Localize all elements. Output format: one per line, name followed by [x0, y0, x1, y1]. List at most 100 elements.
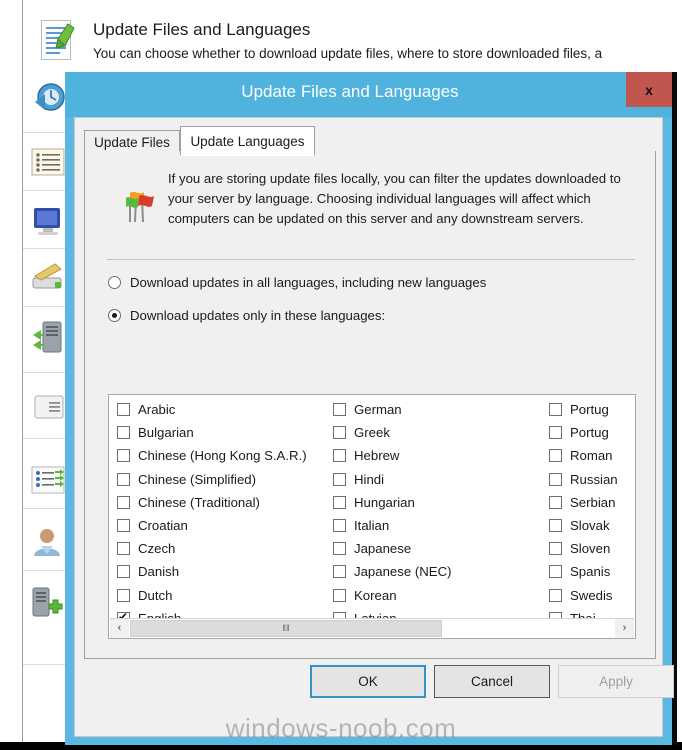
checkbox[interactable]	[549, 542, 562, 556]
language-item[interactable]: Arabic	[117, 398, 325, 421]
dialog-button-row: OK Cancel Apply	[75, 665, 674, 705]
checkbox[interactable]	[549, 403, 562, 417]
language-item[interactable]: Hungarian	[333, 491, 541, 514]
language-item[interactable]: Czech	[117, 537, 325, 560]
checkbox[interactable]	[333, 565, 346, 579]
checkbox[interactable]	[117, 542, 130, 556]
sidebar-item-computer-icon[interactable]	[29, 202, 67, 240]
sidebar-item-reports-icon[interactable]	[29, 392, 67, 430]
green-down-arrow-icon	[55, 23, 75, 49]
language-label: Chinese (Simplified)	[138, 471, 256, 487]
checkbox[interactable]	[333, 588, 346, 602]
radio-all-languages-indicator	[108, 276, 121, 289]
language-item[interactable]: Chinese (Simplified)	[117, 468, 325, 491]
dialog-body: Update Files Update Languages If you are…	[74, 117, 674, 737]
sidebar-item-user-icon[interactable]	[29, 524, 67, 562]
checkbox[interactable]	[333, 495, 346, 509]
radio-only-these-languages[interactable]: Download updates only in these languages…	[108, 308, 385, 323]
checkbox[interactable]	[549, 565, 562, 579]
language-item[interactable]: Sloven	[549, 537, 635, 560]
language-item[interactable]: Korean	[333, 584, 541, 607]
background-page-header: Update Files and Languages You can choos…	[30, 8, 680, 68]
checkbox[interactable]	[333, 403, 346, 417]
language-label: Sloven	[570, 541, 611, 557]
language-item[interactable]: Greek	[333, 421, 541, 444]
checkbox[interactable]	[333, 542, 346, 556]
language-item[interactable]: Spanis	[549, 560, 635, 583]
sidebar-item-list-icon[interactable]	[29, 144, 67, 182]
language-item[interactable]: Portug	[549, 421, 635, 444]
radio-only-these-languages-label: Download updates only in these languages…	[130, 308, 386, 323]
sidebar-item-add-server-icon[interactable]	[29, 584, 67, 622]
language-label: German	[354, 402, 402, 418]
document-download-icon	[37, 18, 81, 64]
checkbox[interactable]	[117, 403, 130, 417]
close-icon[interactable]: x	[626, 72, 672, 107]
tab-update-languages[interactable]: Update Languages	[180, 126, 315, 156]
language-item[interactable]: Chinese (Traditional)	[117, 491, 325, 514]
language-item[interactable]: Chinese (Hong Kong S.A.R.)	[117, 444, 325, 467]
checkbox[interactable]	[117, 472, 130, 486]
scroll-right-icon[interactable]: ›	[615, 618, 634, 638]
language-item[interactable]: Russian	[549, 468, 635, 491]
sidebar-item-downstream-servers-icon[interactable]	[29, 318, 67, 356]
language-label: Roman	[570, 448, 613, 464]
sidebar-item-sync-icon[interactable]	[29, 80, 67, 118]
intro-text: If you are storing update files locally,…	[168, 171, 621, 226]
language-item[interactable]: Dutch	[117, 584, 325, 607]
language-item[interactable]: Slovak	[549, 514, 635, 537]
sidebar-item-options-icon[interactable]	[29, 462, 67, 500]
language-item[interactable]: Japanese	[333, 537, 541, 560]
language-list-horizontal-scrollbar[interactable]: ‹ ‖‖ ›	[110, 618, 634, 638]
language-item[interactable]: Croatian	[117, 514, 325, 537]
language-label: Slovak	[570, 518, 610, 534]
language-label: Japanese (NEC)	[354, 564, 452, 580]
cancel-button[interactable]: Cancel	[434, 665, 550, 698]
language-listbox[interactable]: Arabic Bulgarian Chinese (Hong Kong S.A.…	[108, 394, 636, 639]
checkbox[interactable]	[549, 588, 562, 602]
language-item[interactable]: Italian	[333, 514, 541, 537]
checkbox[interactable]	[117, 449, 130, 463]
scroll-left-icon[interactable]: ‹	[110, 618, 129, 638]
language-label: Portug	[570, 425, 609, 441]
checkbox[interactable]	[549, 495, 562, 509]
scrollbar-track[interactable]: ‖‖	[129, 618, 615, 638]
apply-button: Apply	[558, 665, 674, 698]
checkbox[interactable]	[549, 472, 562, 486]
language-label: Hebrew	[354, 448, 400, 464]
checkbox[interactable]	[549, 519, 562, 533]
checkbox[interactable]	[117, 588, 130, 602]
checkbox[interactable]	[333, 426, 346, 440]
checkbox[interactable]	[333, 472, 346, 486]
language-item[interactable]: Serbian	[549, 491, 635, 514]
language-column-2: German Greek Hebrew Hindi Hungarian Ital…	[325, 398, 541, 638]
language-item[interactable]: Hebrew	[333, 444, 541, 467]
intro-block: If you are storing update files locally,…	[93, 163, 645, 261]
language-item[interactable]: Bulgarian	[117, 421, 325, 444]
sidebar-icon-column	[23, 72, 68, 742]
language-item[interactable]: Hindi	[333, 468, 541, 491]
checkbox[interactable]	[117, 495, 130, 509]
checkbox[interactable]	[549, 426, 562, 440]
tab-strip: Update Files Update Languages	[84, 126, 656, 156]
language-item[interactable]: German	[333, 398, 541, 421]
checkbox[interactable]	[117, 426, 130, 440]
language-item[interactable]: Roman	[549, 444, 635, 467]
checkbox[interactable]	[117, 565, 130, 579]
checkbox[interactable]	[333, 519, 346, 533]
checkbox[interactable]	[117, 519, 130, 533]
radio-only-these-languages-indicator	[108, 309, 121, 322]
language-item[interactable]: Danish	[117, 560, 325, 583]
language-item[interactable]: Swedis	[549, 584, 635, 607]
checkbox[interactable]	[333, 449, 346, 463]
language-label: Greek	[354, 425, 390, 441]
ok-button[interactable]: OK	[310, 665, 426, 698]
checkbox[interactable]	[549, 449, 562, 463]
scrollbar-thumb[interactable]: ‖‖	[130, 619, 442, 637]
sidebar-item-updates-icon[interactable]	[29, 260, 67, 298]
language-label: Czech	[138, 541, 176, 557]
language-item[interactable]: Portug	[549, 398, 635, 421]
flags-icon	[126, 191, 154, 223]
radio-all-languages[interactable]: Download updates in all languages, inclu…	[108, 275, 486, 290]
language-item[interactable]: Japanese (NEC)	[333, 560, 541, 583]
